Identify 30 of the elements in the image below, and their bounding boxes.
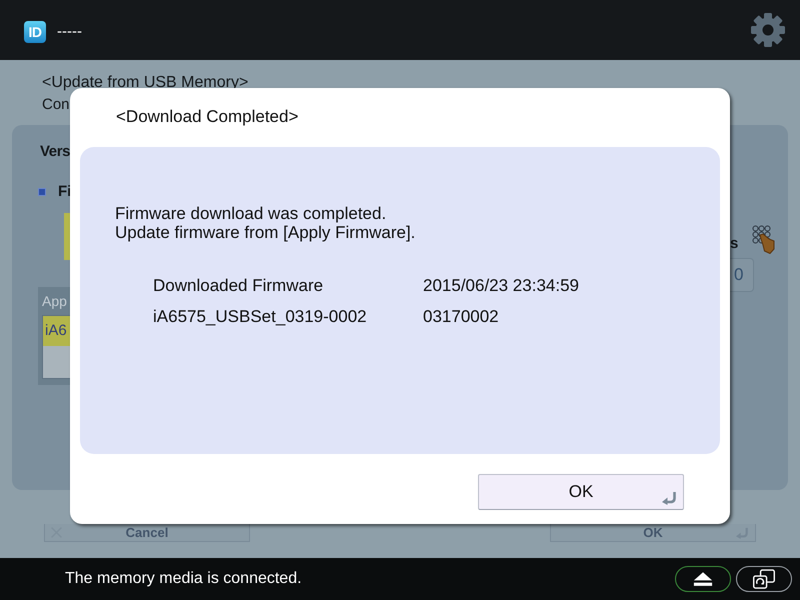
id-login-button[interactable]: ID [24, 21, 46, 43]
dialog-title: <Download Completed> [116, 107, 298, 127]
screen-title: <Update from USB Memory> [42, 73, 248, 93]
detail-name: Downloaded Firmware [153, 276, 324, 295]
device-status-button[interactable] [736, 566, 792, 592]
screen-subtitle: Con [42, 95, 70, 115]
bullet-icon [38, 188, 46, 196]
eject-button[interactable] [675, 566, 731, 592]
eject-icon [693, 572, 713, 586]
highlighted-field [64, 213, 70, 260]
cancel-button[interactable]: Cancel [44, 524, 250, 542]
status-message: The memory media is connected. [65, 570, 302, 588]
list-row[interactable]: iA6 [43, 316, 70, 346]
list-header: App [42, 292, 68, 311]
bullet-label: Fi [58, 182, 72, 202]
detail-name: iA6575_USBSet_0319-0002 [153, 307, 367, 326]
message-line: Update firmware from [Apply Firmware]. [115, 223, 416, 242]
side-label: s [730, 235, 738, 253]
return-arrow-icon [661, 491, 677, 505]
input-field[interactable]: 0 [730, 258, 754, 292]
section-heading: Vers [40, 142, 70, 162]
user-name: ----- [57, 23, 82, 40]
window-swap-icon [752, 568, 776, 590]
detail-value: 2015/06/23 23:34:59 [423, 276, 579, 295]
ok-button[interactable]: OK [478, 474, 684, 510]
settings-icon[interactable] [750, 12, 786, 48]
detail-value: 03170002 [423, 307, 499, 326]
message-line: Firmware download was completed. [115, 204, 386, 223]
ok-button[interactable]: OK [550, 524, 756, 542]
keypad-hand-icon[interactable] [752, 225, 776, 254]
